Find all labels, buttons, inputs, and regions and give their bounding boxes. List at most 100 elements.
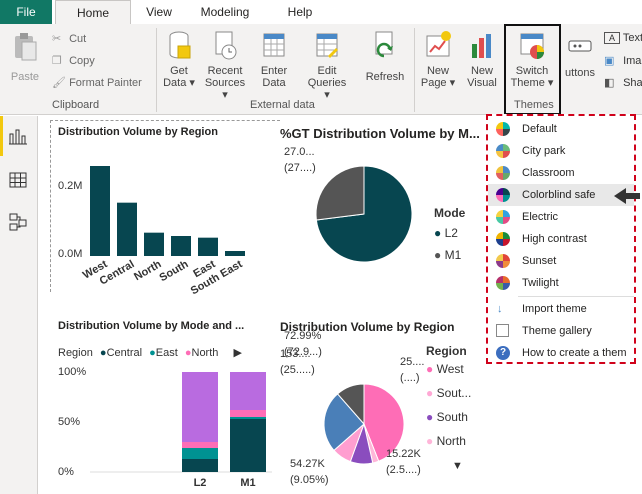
tab-modeling[interactable]: Modeling — [190, 0, 260, 24]
bar-south-east — [225, 251, 245, 256]
recent-sources-label: Recent Sources ▾ — [204, 65, 246, 101]
menu-item-theme-high-contrast[interactable]: High contrast — [488, 228, 634, 250]
x-tick-label: North — [132, 258, 164, 283]
copy-icon: ❐ — [52, 55, 62, 67]
ribbon-tabs: File Home View Modeling Help — [0, 0, 642, 24]
enter-data-label: Enter Data — [260, 65, 288, 89]
new-visual-icon — [472, 34, 491, 58]
data-label: (....) — [400, 372, 420, 384]
legend-item[interactable]: ● M1 — [434, 248, 461, 262]
data-label: 54.27K — [290, 458, 325, 470]
legend-item[interactable]: ● West — [426, 362, 464, 376]
bar-chart-icon — [9, 129, 27, 145]
stacked-column-visual[interactable]: Distribution Volume by Mode and ... Regi… — [54, 314, 272, 494]
paste-button[interactable]: Paste — [6, 30, 44, 90]
legend-item[interactable]: ● L2 — [434, 226, 458, 240]
menu-item-theme-sunset[interactable]: Sunset — [488, 250, 634, 272]
clipboard-group-label: Clipboard — [52, 99, 100, 111]
shapes-icon: ◧ — [604, 77, 615, 89]
bar-chart-plot: WestCentralNorthSouth EastSouth East — [81, 166, 245, 294]
menu-item-label: Default — [522, 123, 557, 135]
legend-scroll-down-icon[interactable]: ▼ — [452, 460, 463, 472]
data-view-button[interactable] — [8, 170, 28, 195]
data-label: 25.... — [400, 356, 425, 368]
shapes-button[interactable]: ◧ Sha — [604, 76, 642, 89]
tab-file[interactable]: File — [0, 0, 52, 24]
data-label: 27.0... — [284, 146, 315, 158]
model-relationship-icon — [9, 213, 27, 231]
new-page-icon — [426, 31, 451, 57]
format-painter-button[interactable]: 🖌 Format Painter — [52, 76, 142, 89]
enter-data-button[interactable]: Enter Data — [254, 30, 294, 89]
edit-queries-button[interactable]: Edit Queries ▾ — [304, 30, 350, 101]
donut-chart-visual[interactable]: %GT Distribution Volume by M... 27.0... … — [276, 122, 486, 358]
format-painter-label: Format Painter — [69, 77, 142, 89]
legend-item[interactable]: ● South — [426, 410, 468, 424]
refresh-button[interactable]: Refresh — [362, 30, 408, 83]
theme-swatch-icon — [496, 254, 510, 268]
theme-swatch-icon — [496, 144, 510, 158]
switch-theme-label: Switch Theme ▾ — [510, 65, 554, 89]
scissors-icon: ✂ — [52, 33, 62, 45]
annotation-arrow-icon — [614, 188, 640, 204]
get-data-button[interactable]: Get Data ▾ — [160, 30, 198, 89]
model-view-button[interactable] — [8, 212, 28, 237]
legend-marker: ● — [426, 434, 434, 448]
database-icon — [169, 31, 191, 59]
copy-button[interactable]: ❐ Copy — [52, 54, 95, 67]
tab-home[interactable]: Home — [55, 0, 131, 24]
menu-item-theme-default[interactable]: Default — [488, 118, 634, 140]
ribbon-separator — [414, 28, 415, 112]
legend-item[interactable]: ● North — [426, 434, 466, 448]
buttons-button[interactable]: uttons — [562, 38, 598, 79]
external-data-group-label: External data — [250, 99, 315, 111]
image-button[interactable]: ▣ Ima — [604, 54, 641, 67]
recent-sources-icon — [215, 31, 237, 60]
table-icon — [9, 172, 27, 188]
stacked-segment-other — [182, 372, 218, 442]
switch-theme-button[interactable]: Switch Theme ▾ — [508, 30, 556, 89]
menu-item-label: Import theme — [522, 303, 587, 315]
stacked-chart-plot: L2 M1 — [90, 372, 272, 489]
stacked-segment-other — [230, 372, 266, 410]
theme-swatch-icon — [496, 166, 510, 180]
arrow-down-icon: ↓ — [497, 303, 503, 315]
menu-item-label: Sunset — [522, 255, 557, 267]
menu-item-label: Electric — [522, 211, 559, 223]
tab-help[interactable]: Help — [274, 0, 326, 24]
text-box-button[interactable]: A Text — [604, 32, 642, 44]
stacked-segment-central — [182, 459, 218, 472]
menu-item-theme-classroom[interactable]: Classroom — [488, 162, 634, 184]
bar-central — [117, 202, 137, 256]
legend-label: North — [436, 434, 466, 448]
cut-button[interactable]: ✂ Cut — [52, 32, 86, 45]
active-view-indicator — [0, 116, 3, 156]
bar-north — [144, 232, 164, 256]
data-label: 153.... — [280, 348, 311, 360]
legend-marker: ● — [434, 226, 442, 240]
legend-label: M1 — [444, 248, 462, 262]
menu-item-label: Classroom — [522, 167, 575, 179]
menu-item-theme-electric[interactable]: Electric — [488, 206, 634, 228]
menu-item-theme-city-park[interactable]: City park — [488, 140, 634, 162]
pie-chart-visual[interactable]: Distribution Volume by Region 153.... (2… — [276, 314, 496, 494]
bar-chart-visual[interactable]: Distribution Volume by Region 0.2M 0.0M … — [54, 122, 274, 294]
new-visual-button[interactable]: New Visual — [462, 30, 502, 89]
donut-slice-m1 — [315, 165, 365, 221]
menu-item-import-theme[interactable]: ↓ Import theme — [488, 298, 634, 320]
view-switcher — [0, 116, 38, 494]
report-view-button[interactable] — [8, 126, 28, 151]
tab-view[interactable]: View — [134, 0, 184, 24]
new-page-button[interactable]: New Page ▾ — [418, 30, 458, 89]
legend-marker: ● — [426, 410, 434, 424]
menu-item-label: Theme gallery — [522, 325, 592, 337]
copy-label: Copy — [69, 55, 95, 67]
menu-item-how-to-create-theme[interactable]: ? How to create a them — [488, 342, 634, 364]
cut-label: Cut — [69, 33, 87, 45]
refresh-label: Refresh — [365, 71, 405, 83]
legend-item[interactable]: ● Sout... — [426, 386, 471, 400]
menu-item-theme-twilight[interactable]: Twilight — [488, 272, 634, 294]
stacked-segment-central — [230, 419, 266, 472]
recent-sources-button[interactable]: Recent Sources ▾ — [202, 30, 248, 101]
menu-item-theme-gallery[interactable]: Theme gallery — [488, 320, 634, 342]
